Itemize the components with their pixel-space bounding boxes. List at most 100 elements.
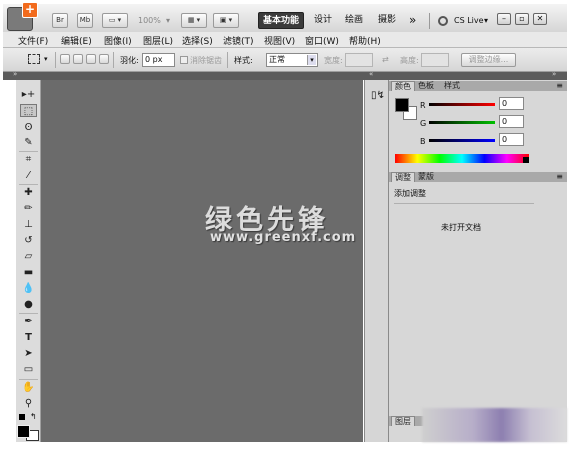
menu-window[interactable]: 窗口(W) [305,34,339,47]
panel-menu-icon[interactable]: ≡ [556,81,563,91]
antialias-checkbox[interactable] [180,56,188,64]
feather-label: 羽化: [120,56,139,65]
tab-color[interactable]: 颜色 [391,81,415,91]
marquee-preset-icon[interactable] [28,54,40,64]
close-button[interactable]: ✕ [533,13,547,25]
add-to-selection-icon[interactable] [73,54,83,64]
subtract-selection-icon[interactable] [86,54,96,64]
width-label: 宽度: [324,56,343,65]
preset-dropdown-icon[interactable]: ▾ [44,55,48,63]
color-panel-tabs: 颜色 色板 样式 ≡ [389,81,567,91]
panel-dock: 颜色 色板 样式 ≡ R 0 G 0 B 0 调整 蒙版 ≡ 添加调整 未打开文… [389,80,567,442]
menu-help[interactable]: 帮助(H) [349,34,381,47]
hand-tool-icon[interactable]: ✋ [20,381,37,394]
cs-live-dropdown-icon[interactable]: ▾ [484,16,488,25]
zoom-dropdown-icon[interactable]: ▾ [166,16,170,25]
swap-icon[interactable]: ⇄ [382,55,389,64]
workspace-photography[interactable]: 摄影 [374,12,400,29]
launch-bridge-button[interactable]: Br [52,13,68,28]
eyedropper-tool-icon[interactable]: ⁄ [20,169,37,182]
launch-mini-bridge-button[interactable]: Mb [77,13,93,28]
blur-tool-icon[interactable]: 💧 [20,282,37,295]
blue-slider[interactable] [429,139,495,142]
type-tool-icon[interactable]: T [20,331,37,344]
view-extras-dropdown[interactable]: ▭ ▾ [102,13,128,28]
blue-channel-label: B [420,137,426,146]
collapse-dock-icon[interactable]: « [369,70,373,78]
foreground-color-swatch[interactable] [17,425,30,438]
tab-masks[interactable]: 蒙版 [415,172,437,182]
path-selection-tool-icon[interactable]: ➤ [20,347,37,360]
screen-mode-dropdown[interactable]: ▣ ▾ [213,13,239,28]
crop-tool-icon[interactable]: ⌗ [20,153,37,166]
eraser-tool-icon[interactable]: ▱ [20,250,37,263]
workspace-design[interactable]: 设计 [310,12,336,29]
tab-layers[interactable]: 图层 [391,416,415,426]
zoom-tool-icon[interactable]: ⚲ [20,397,37,410]
tab-styles[interactable]: 样式 [441,81,463,91]
gradient-tool-icon[interactable]: ▬ [20,266,37,279]
divider [429,13,430,29]
tab-adjustments[interactable]: 调整 [391,172,415,182]
clone-stamp-tool-icon[interactable]: ⊥ [20,218,37,231]
default-colors-icon[interactable] [19,414,25,420]
rectangular-marquee-tool-icon[interactable]: ⬚ [20,104,37,117]
green-value-input[interactable]: 0 [499,115,524,128]
menu-view[interactable]: 视图(V) [264,34,295,47]
document-canvas-area[interactable] [41,80,363,442]
style-select[interactable]: 正常 ▾ [266,53,318,67]
restore-button[interactable]: ▫ [515,13,529,25]
no-document-message: 未打开文档 [441,223,481,232]
healing-brush-tool-icon[interactable]: ✚ [20,186,37,199]
height-input[interactable] [421,53,449,67]
zoom-level[interactable]: 100% [138,16,161,25]
spectrum-black-swatch[interactable] [523,157,529,163]
brush-tool-icon[interactable]: ✏ [20,202,37,215]
minimize-button[interactable]: – [497,13,511,25]
move-tool-icon[interactable]: ▸+ [20,88,37,101]
divider [19,184,38,185]
menu-filter[interactable]: 滤镜(T) [223,34,254,47]
antialias-label: 消除锯齿 [190,56,222,65]
expand-panels-icon[interactable]: » [552,70,556,78]
plus-badge-icon: + [22,2,38,18]
more-workspaces-button[interactable]: » [405,12,420,29]
red-slider[interactable] [429,103,495,106]
color-spectrum-ramp[interactable] [395,154,529,163]
workspace-painting[interactable]: 绘画 [341,12,367,29]
adjustments-panel-tabs: 调整 蒙版 ≡ [389,172,567,182]
history-panel-icon[interactable]: ▯↯ [371,90,385,101]
panel-menu-icon[interactable]: ≡ [556,172,563,182]
minimize-icon: – [502,14,506,23]
width-input[interactable] [345,53,373,67]
feather-input[interactable]: 0 px [142,53,175,67]
quick-selection-tool-icon[interactable]: ✎ [20,136,37,149]
blue-value-input[interactable]: 0 [499,133,524,146]
refine-edge-button[interactable]: 调整边缘... [461,53,516,67]
collapse-left-icon[interactable]: » [13,70,17,78]
foreground-color-box[interactable] [395,98,409,112]
arrange-documents-dropdown[interactable]: ▦ ▾ [181,13,207,28]
rectangle-tool-icon[interactable]: ▭ [20,363,37,376]
tab-swatches[interactable]: 色板 [415,81,437,91]
workspace-essentials[interactable]: 基本功能 [258,12,305,29]
menu-edit[interactable]: 编辑(E) [61,34,92,47]
red-value-input[interactable]: 0 [499,97,524,110]
swap-colors-icon[interactable]: ↰ [30,412,37,421]
chevron-down-icon: ▾ [307,55,316,65]
menu-layer[interactable]: 图层(L) [143,34,173,47]
green-slider[interactable] [429,121,495,124]
new-selection-icon[interactable] [60,54,70,64]
menu-file[interactable]: 文件(F) [18,34,48,47]
pen-tool-icon[interactable]: ✒ [20,315,37,328]
cs-live-button[interactable]: CS Live [450,12,488,29]
history-brush-tool-icon[interactable]: ↺ [20,234,37,247]
screen-mode-icon: ▣ ▾ [219,16,233,24]
lasso-tool-icon[interactable]: ʘ [20,121,37,134]
menu-select[interactable]: 选择(S) [182,34,213,47]
dodge-tool-icon[interactable]: ● [20,298,37,311]
divider [19,379,38,380]
menu-image[interactable]: 图像(I) [104,34,132,47]
view-extras-icon: ▭ ▾ [108,16,122,24]
intersect-selection-icon[interactable] [99,54,109,64]
